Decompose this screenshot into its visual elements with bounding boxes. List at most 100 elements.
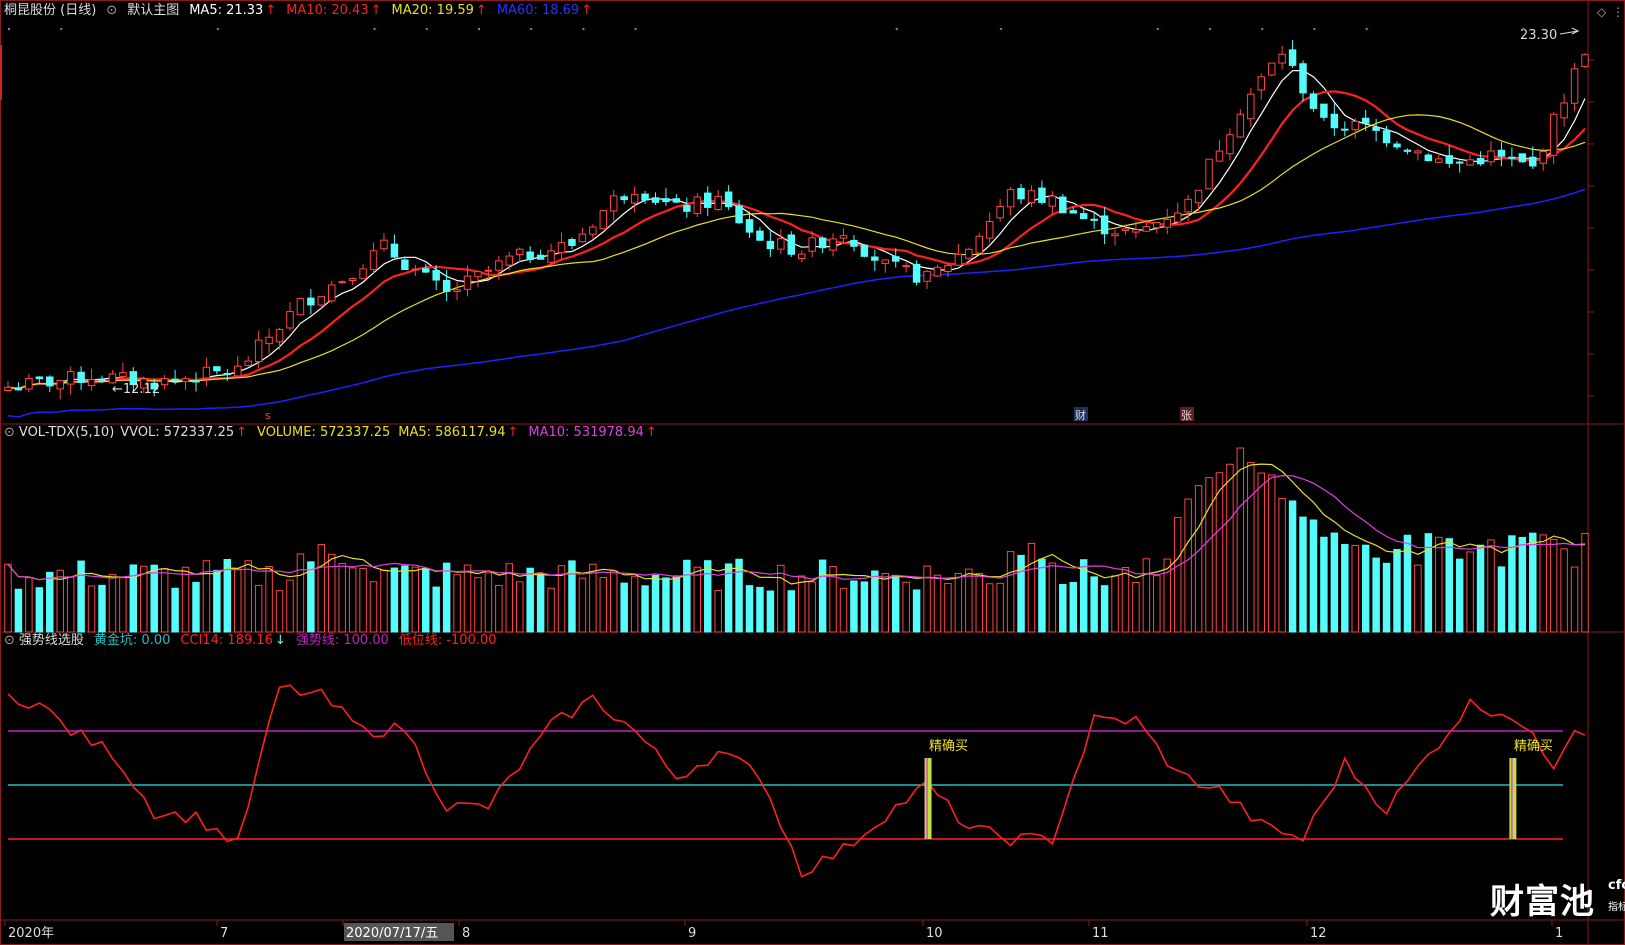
cci-label: CCI14: 189.16 [180,633,273,648]
candle [683,197,691,218]
candle-body [317,296,326,306]
volume-bar [1173,517,1182,633]
volume-icon[interactable]: ⊙ [4,425,15,440]
candle [1476,151,1485,166]
candle [1403,148,1412,155]
candle-body [275,328,284,343]
candle-body [735,205,743,224]
candle-body [359,268,367,280]
volume-bar [714,589,722,633]
candle-body [25,377,33,390]
candle-body [557,242,566,254]
candle [432,265,440,291]
event-dot [1156,28,1159,30]
stock-chart[interactable]: ◇ ⋮ 23.30 ←12.12 s 财 张精确买 精确买 2020年 7 2020/07/17/五… [0,0,1625,945]
candle-body [1581,54,1589,68]
candle-body [891,256,900,262]
candle [662,188,670,206]
candle-body [797,253,806,259]
volume-bar [620,582,628,633]
candle [693,193,702,217]
volume-bar [1153,575,1161,633]
volume-bar [1038,558,1046,633]
candle [234,355,242,377]
candle-body [683,205,691,212]
candle [307,288,315,315]
event-dot [1209,28,1212,30]
candle [1518,153,1527,163]
volume-bar [850,580,858,633]
candle-body [1184,198,1192,213]
volume-bar [192,581,200,633]
candle-body [265,336,273,345]
volume-bar [1257,472,1265,633]
low-line-label: 低位线: -100.00 [398,633,497,648]
candle [1100,207,1109,245]
candle [766,231,775,257]
candle-body [641,193,649,201]
candle [933,264,942,278]
candle-body [463,275,472,290]
template-icon[interactable]: ⊙ [106,3,117,18]
candle [1226,128,1234,161]
candle [630,186,639,213]
candle-body [1006,189,1015,208]
volume-bar [1267,474,1276,633]
candle [1414,149,1422,161]
candle-body [662,198,670,203]
candle-body [1549,113,1558,156]
candle [797,250,806,263]
candle-body [87,379,96,387]
candle [1341,121,1349,137]
volume-bar [1142,558,1151,633]
candle-body [171,378,179,381]
candle-body [1111,233,1119,237]
volume-bar [4,563,12,633]
candle [599,210,608,230]
candle [87,368,96,391]
volume-bar [1361,544,1370,633]
candle-body [996,205,1004,219]
stock-name[interactable]: 桐昆股份 (日线) [4,3,96,18]
volume-bar [369,581,378,633]
candle [1247,87,1255,127]
gold-pit-label: 黄金坑: 0.00 [93,633,171,648]
event-dot [530,28,533,30]
candle-body [1351,120,1359,131]
volume-bar [672,575,681,633]
volume-bar [1059,583,1067,633]
volume-bar [1132,581,1140,633]
candle-body [234,365,242,377]
indicator-icon[interactable]: ⊙ [4,633,15,648]
candle [286,302,294,331]
candle [1424,153,1433,162]
candle-body [1288,49,1297,66]
candle-body [578,233,587,243]
volume-bar [944,583,952,633]
candle [589,224,597,239]
candle-body [453,289,461,292]
template-name[interactable]: 默认主图 [127,3,179,18]
candle [1173,202,1182,225]
event-dot [634,28,637,30]
volume-bar [442,562,451,633]
volume-bar [641,585,649,633]
candle-body [975,235,984,254]
volume-bar [1247,461,1255,633]
candle-body [1330,113,1339,129]
volume-bar [787,590,796,633]
candle [860,244,869,258]
main-chart-header: 桐昆股份 (日线) ⊙ 默认主图 MA5: 21.33 ↑ MA10: 20.43 ↑ MA2… [4,2,602,20]
candle-body [777,238,785,250]
candle-body [620,196,628,201]
indicator-name[interactable]: 强势线选股 [19,633,84,648]
volume-bar [1435,536,1443,633]
volume-bar [1006,551,1015,633]
volume-bar [359,567,367,633]
candle-body [77,371,85,383]
candle-body [1226,134,1234,155]
volume-bar [954,573,963,633]
volume-indicator-name[interactable]: VOL-TDX(5,10) [19,425,114,440]
ma60-arrow: ↑ [581,3,593,18]
volume-bar [965,568,973,633]
